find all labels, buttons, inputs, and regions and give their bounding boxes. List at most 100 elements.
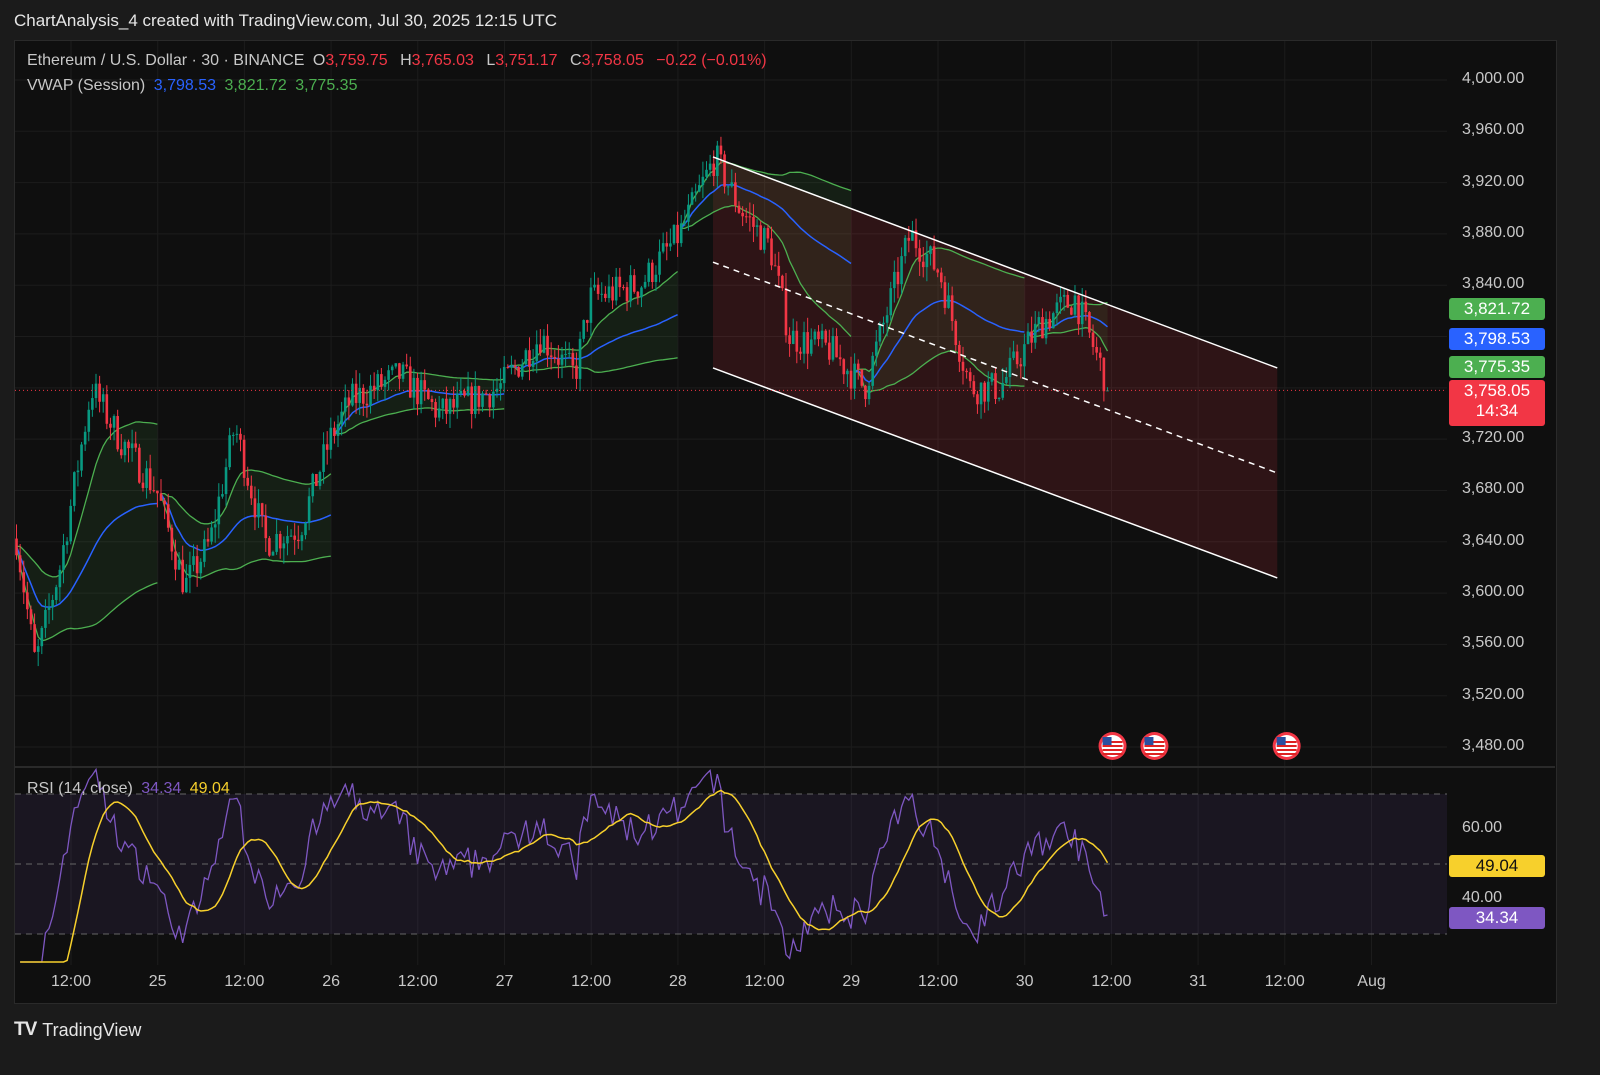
candle-body	[466, 386, 470, 396]
time-axis-label: 31	[1189, 973, 1207, 990]
us-flag-event-icon[interactable]	[1272, 732, 1301, 760]
candle-body	[181, 559, 184, 593]
us-flag-event-icon[interactable]	[1098, 732, 1127, 760]
time-axis-label: 12:00	[571, 973, 612, 990]
candle-body	[921, 261, 925, 268]
candle-body	[730, 182, 734, 187]
candle-body	[643, 281, 647, 288]
candle-body	[441, 398, 445, 409]
candle-body	[347, 397, 351, 406]
high-label: H	[400, 52, 412, 69]
candle-body	[943, 282, 947, 308]
close-label: C	[570, 52, 582, 69]
price-axis-label: 3,600.00	[1462, 583, 1525, 601]
time-axis-label: 25	[148, 973, 167, 990]
candle-body	[185, 577, 188, 593]
price-axis-label: 4,000.00	[1462, 70, 1525, 87]
close-value: 3,758.05	[581, 52, 644, 69]
candle-body	[242, 439, 246, 478]
candle-body	[1005, 377, 1008, 383]
vwap-tag: 3,798.53	[1449, 328, 1545, 350]
candle-body	[271, 551, 275, 556]
candle-body	[679, 223, 683, 244]
candle-body	[582, 320, 585, 339]
candle-body	[781, 275, 784, 289]
candle	[629, 265, 632, 308]
candle-body	[517, 367, 520, 377]
candle-body	[770, 238, 773, 266]
vwap-upper-tag: 3,821.72	[1449, 298, 1545, 320]
candle-body	[842, 359, 846, 375]
candle-body	[445, 398, 448, 414]
candle-body	[246, 477, 250, 486]
candle-body	[174, 551, 177, 570]
candle-body	[44, 609, 47, 628]
candle-body	[105, 394, 109, 424]
candle-body	[398, 363, 401, 379]
candle-body	[170, 527, 174, 552]
candle-body	[69, 505, 72, 542]
flag-stripe	[1276, 753, 1297, 755]
candle-body	[831, 336, 835, 360]
tradingview-logo[interactable]: TV TradingView	[14, 1019, 141, 1041]
candle-body	[549, 355, 553, 357]
time-axis-label: 30	[1015, 973, 1034, 990]
candle-body	[239, 433, 242, 440]
rsi-pane	[15, 767, 1447, 963]
candle-body	[647, 262, 650, 282]
candle-body	[195, 556, 199, 574]
candle-body	[1015, 351, 1019, 365]
candle-body	[618, 276, 622, 288]
vwap-value: 3,798.53	[153, 77, 216, 94]
symbol-name: Ethereum / U.S. Dollar · 30 · BINANCE	[27, 52, 305, 69]
candle-body	[820, 330, 824, 340]
candle-body	[976, 394, 979, 405]
candle-body	[307, 496, 311, 523]
tv-logo-icon: TV	[14, 1019, 37, 1040]
candle-body	[744, 216, 748, 218]
candle-body	[737, 205, 741, 213]
candle-body	[260, 503, 264, 516]
candle-body	[799, 351, 802, 354]
vwap-legend[interactable]: VWAP (Session) 3,798.53 3,821.72 3,775.3…	[27, 77, 361, 95]
rsi-legend[interactable]: RSI (14, close) 34.34 49.04	[27, 780, 234, 798]
candle	[434, 398, 437, 428]
candle-body	[528, 350, 531, 367]
candle-body	[929, 246, 932, 254]
candle-body	[965, 370, 968, 373]
chart-svg[interactable]	[0, 0, 1600, 1075]
candle-body	[416, 377, 419, 405]
candle-body	[163, 500, 166, 505]
candle-body	[293, 535, 296, 540]
time-axis-label: 28	[668, 973, 687, 990]
candle-body	[80, 444, 83, 471]
candle-body	[253, 498, 257, 518]
candle-body	[838, 357, 842, 360]
candle-body	[73, 472, 76, 506]
candle-body	[701, 176, 705, 186]
candle-body	[351, 383, 354, 406]
rsi-value: 34.34	[141, 780, 182, 797]
candle-body	[900, 256, 903, 285]
symbol-legend[interactable]: Ethereum / U.S. Dollar · 30 · BINANCE O3…	[27, 52, 771, 70]
us-flag-event-icon[interactable]	[1140, 732, 1169, 760]
candle	[517, 366, 520, 378]
flag-stripe	[1276, 749, 1297, 751]
candle-body	[65, 541, 69, 546]
candle	[380, 368, 383, 390]
candle-body	[380, 374, 383, 387]
candle-body	[405, 364, 408, 367]
candle-body	[343, 397, 347, 412]
candle	[448, 397, 452, 428]
candle-body	[322, 444, 325, 472]
flag-canton	[1144, 737, 1154, 745]
candle-body	[940, 272, 943, 283]
candle-body	[1088, 312, 1091, 333]
candle-body	[203, 539, 206, 562]
candle-body	[134, 443, 138, 448]
candle-body	[1055, 302, 1059, 314]
candle-body	[705, 169, 708, 177]
candle	[1052, 311, 1055, 329]
candle-body	[567, 352, 571, 354]
candle-body	[885, 315, 889, 323]
